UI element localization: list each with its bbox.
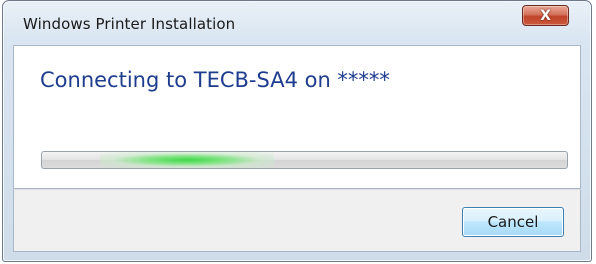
close-icon: X xyxy=(540,7,551,24)
progress-marquee-glow xyxy=(100,152,274,168)
close-button[interactable]: X xyxy=(522,5,569,26)
dialog-window: Windows Printer Installation X Connectin… xyxy=(2,0,592,262)
status-heading: Connecting to TECB-SA4 on ***** xyxy=(40,68,390,92)
content-panel: Connecting to TECB-SA4 on ***** xyxy=(13,45,581,189)
title-bar[interactable]: Windows Printer Installation X xyxy=(3,1,591,45)
progress-bar xyxy=(41,151,568,169)
cancel-button[interactable]: Cancel xyxy=(462,207,564,237)
button-footer: Cancel xyxy=(13,189,581,252)
window-title: Windows Printer Installation xyxy=(23,15,236,33)
